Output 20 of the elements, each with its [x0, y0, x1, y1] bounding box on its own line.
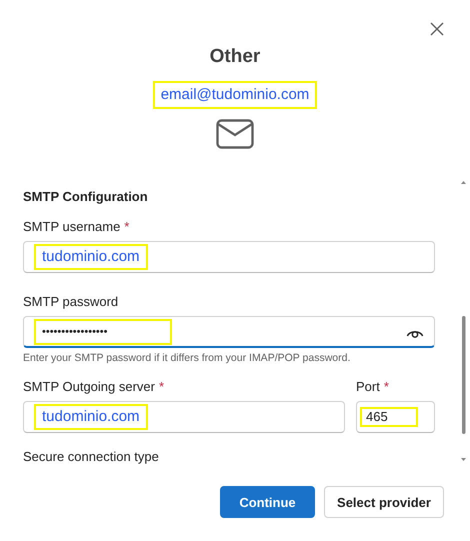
envelope-icon [216, 119, 254, 149]
field-label: Port [356, 378, 380, 395]
required-mark: * [124, 218, 130, 235]
field-label: SMTP password [23, 293, 118, 310]
select-provider-button[interactable]: Select provider [324, 486, 444, 518]
input-field[interactable]: tudominio.com [23, 241, 435, 273]
help-text: Enter your SMTP password if it differs from your IMAP/POP password. [23, 352, 352, 364]
field-label: Secure connection type [23, 449, 160, 464]
required-mark: * [384, 378, 389, 395]
input-field[interactable]: tudominio.com [23, 401, 345, 433]
password-field[interactable]: ••••••••••••••••• [23, 316, 435, 348]
required-mark: * [158, 378, 164, 395]
section-heading: SMTP Configuration [23, 189, 149, 204]
dialog-title: Other [210, 45, 260, 69]
port-field[interactable]: 465 [356, 401, 435, 433]
field-label: SMTP username [23, 218, 120, 235]
continue-button[interactable]: Continue [220, 486, 315, 518]
close-button[interactable] [428, 20, 446, 38]
field-label: SMTP Outgoing server [23, 378, 155, 395]
account-email: email@tudominio.com [152, 81, 318, 109]
